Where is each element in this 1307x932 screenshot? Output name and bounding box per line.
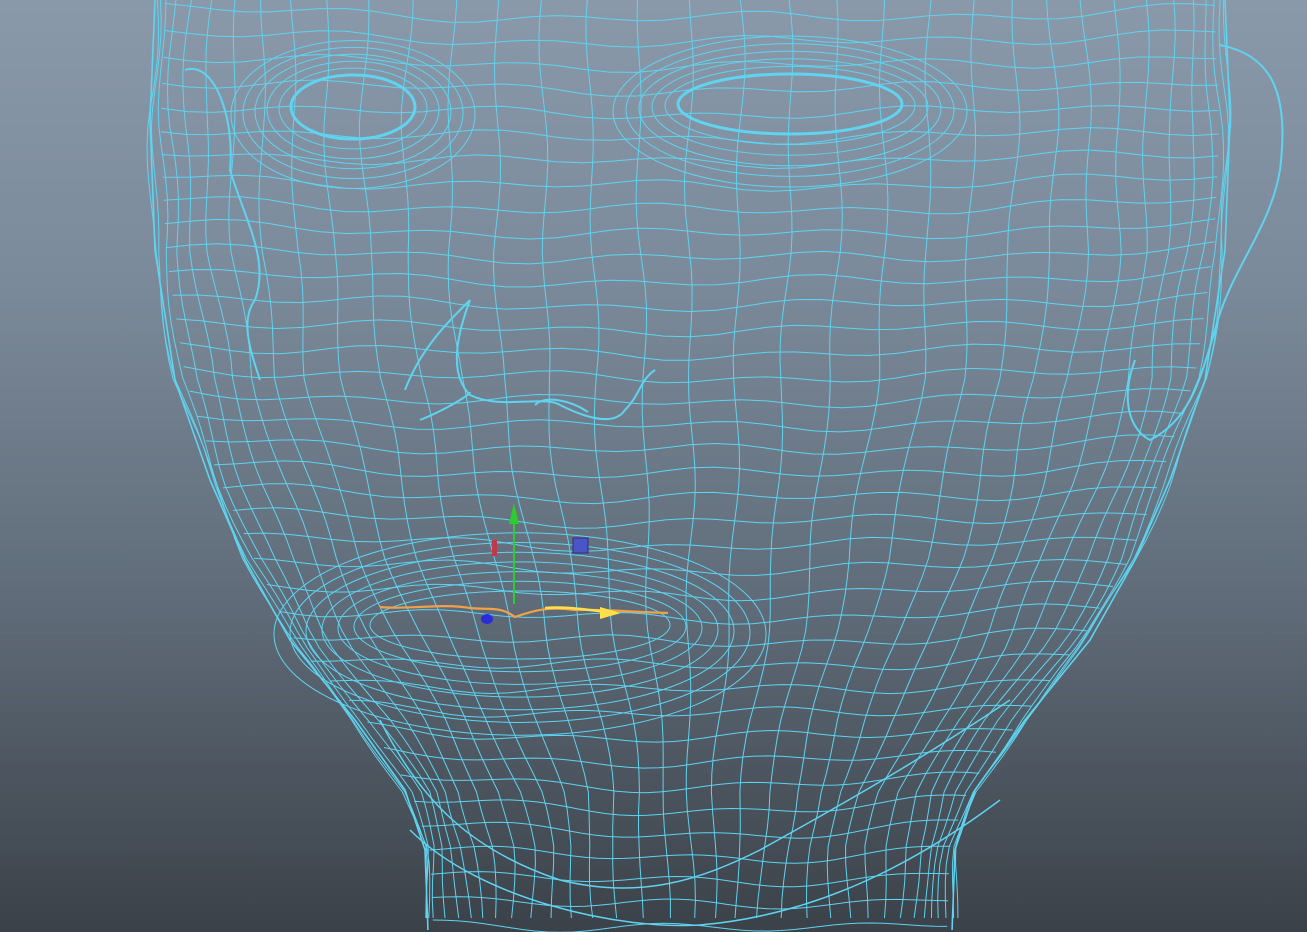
z-axis-handle[interactable] xyxy=(481,614,493,624)
x-plane-handle[interactable] xyxy=(492,540,497,556)
y-axis-handle[interactable] xyxy=(509,503,519,604)
center-handle[interactable] xyxy=(572,537,589,554)
3d-viewport[interactable] xyxy=(0,0,1307,932)
move-manipulator[interactable] xyxy=(0,0,1307,932)
lip-curve[interactable] xyxy=(379,605,669,619)
x-axis-handle[interactable] xyxy=(600,607,621,619)
